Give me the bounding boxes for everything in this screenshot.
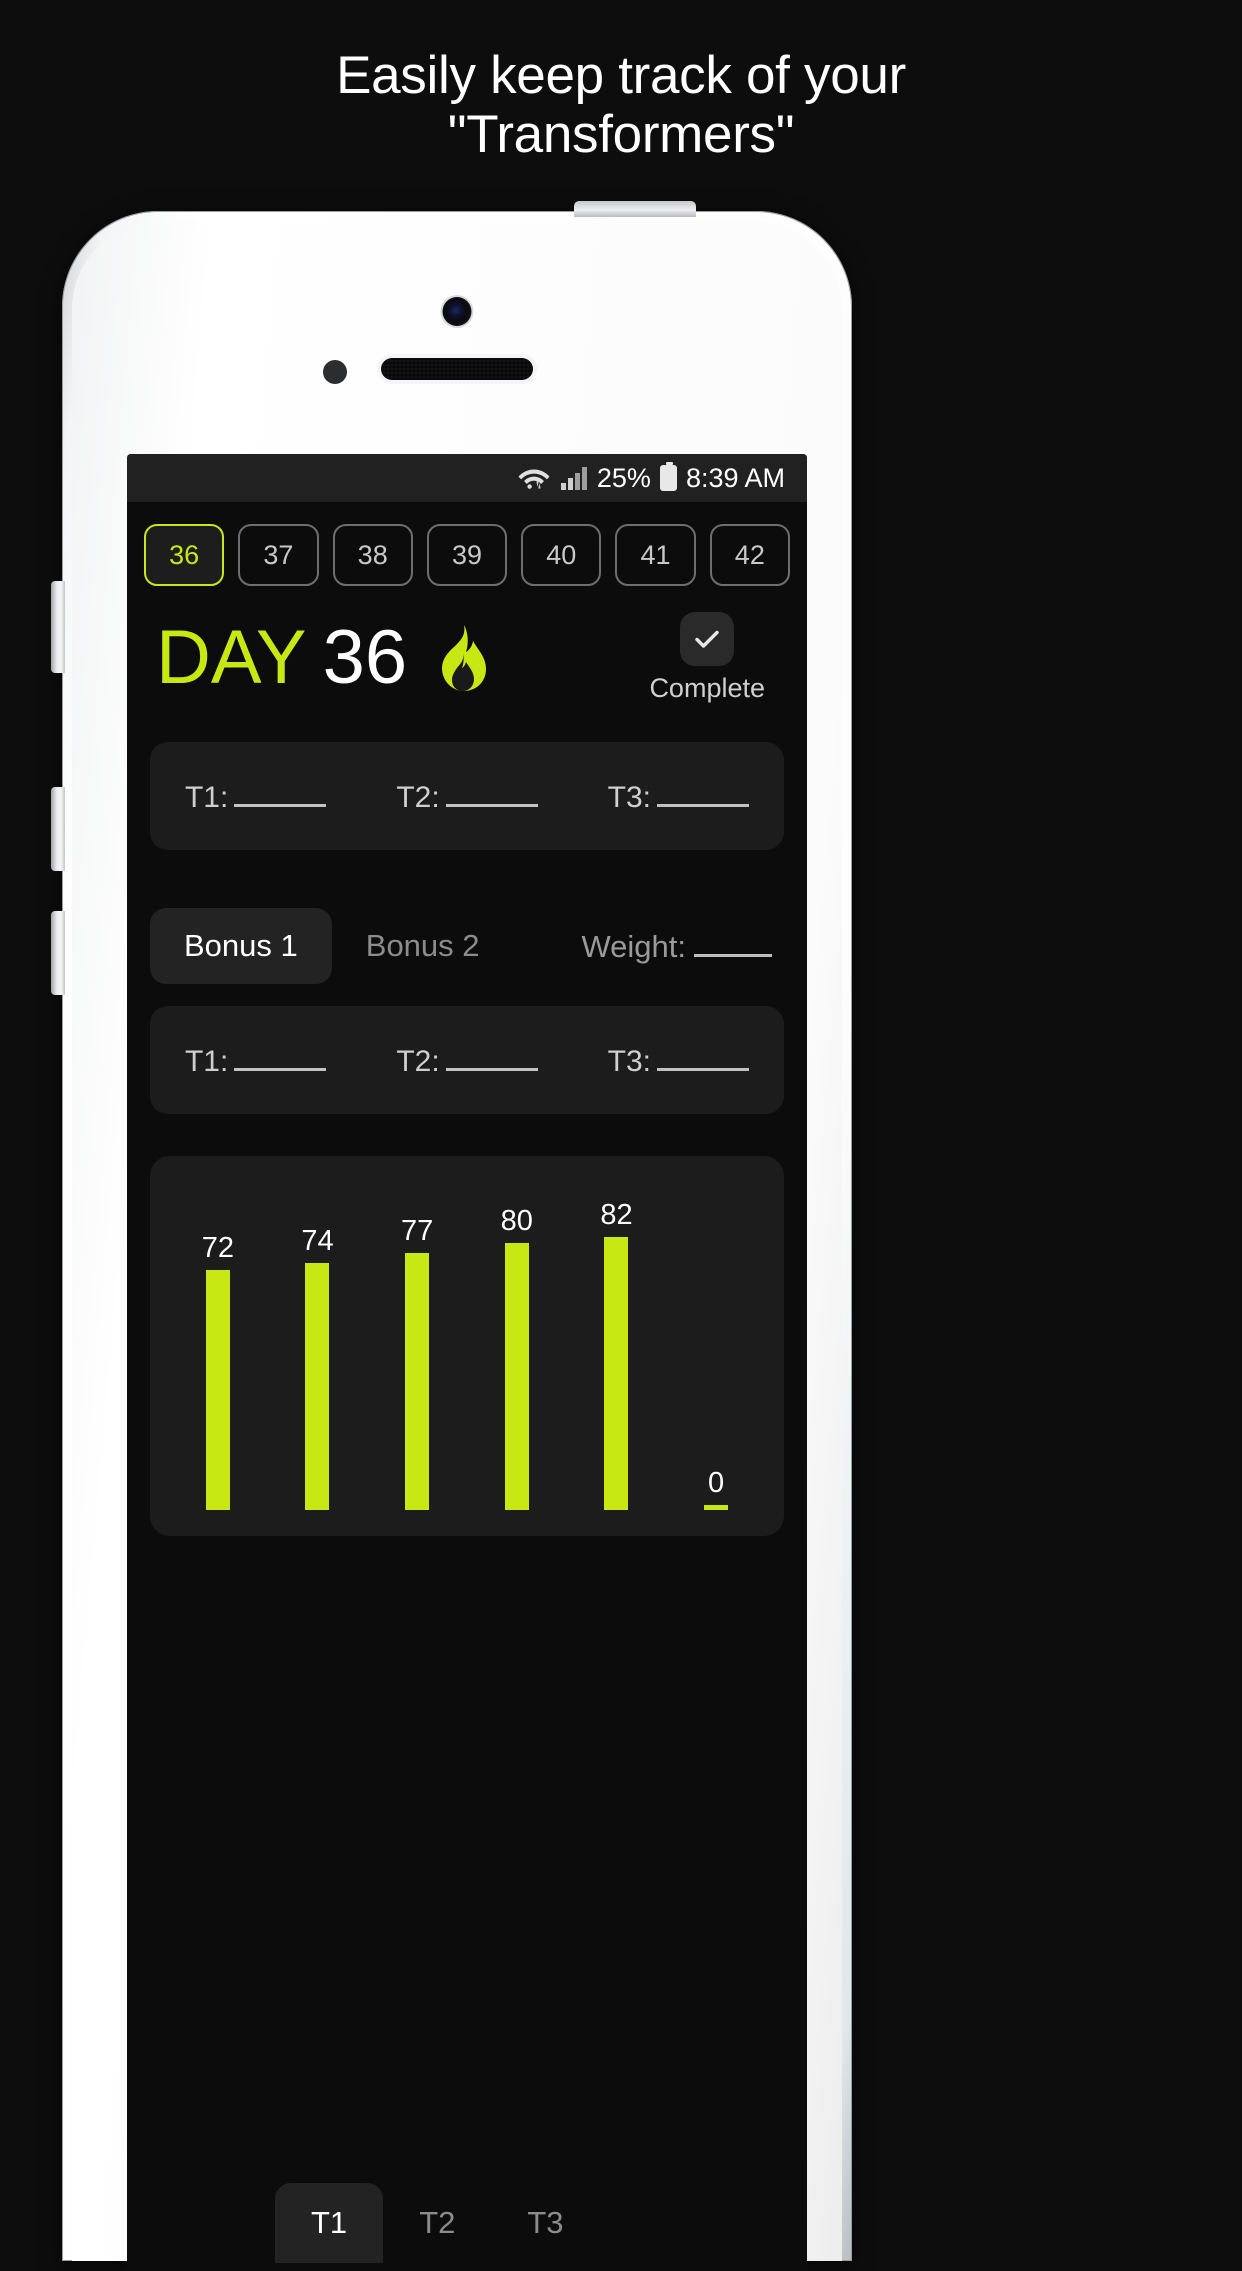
bonus-set-label-t2: T2: [396,1045,440,1078]
day-chip-42[interactable]: 42 [709,524,790,586]
earpiece-speaker [381,358,533,380]
tab-bonus-2[interactable]: Bonus 2 [332,908,514,984]
weight-input[interactable] [694,927,772,957]
day-chip-40[interactable]: 40 [521,524,602,586]
main-set-label-t2: T2: [396,781,440,814]
day-chip-38[interactable]: 38 [332,524,413,586]
chart-bar-label-2: 77 [401,1215,434,1247]
chart-bar-2[interactable]: 77 [369,1184,465,1510]
chart-bar-rect-3 [504,1243,529,1510]
tab-t1[interactable]: T1 [275,2183,384,2263]
phone-screen: 25% 8:39 AM 36 37 38 39 40 41 42 DAY 36 … [127,454,807,2271]
promo-headline: Easily keep track of your "Transformers" [0,46,1242,164]
main-set-label-t3: T3: [607,781,651,814]
day-number-label: 36 [322,615,408,700]
bonus-set-label-t3: T3: [607,1045,651,1078]
main-set-input-t3[interactable] [657,777,749,807]
chart-bar-rect-5 [704,1505,729,1510]
main-set-card: T1: T2: T3: [150,742,784,850]
tab-t3[interactable]: T3 [491,2183,599,2263]
bonus-set-input-t1[interactable] [234,1041,327,1071]
progress-chart: 72 74 77 80 82 0 [168,1184,766,1510]
phone-mockup: 25% 8:39 AM 36 37 38 39 40 41 42 DAY 36 … [51,201,852,2271]
day-selector-strip: 36 37 38 39 40 41 42 [127,502,807,586]
day-chip-39[interactable]: 39 [426,524,508,586]
day-chip-41[interactable]: 41 [615,524,696,586]
day-chip-36[interactable]: 36 [144,524,225,586]
progress-chart-card: 72 74 77 80 82 0 [150,1156,784,1536]
main-set-input-t2[interactable] [445,777,538,807]
day-chip-37[interactable]: 37 [238,524,319,586]
main-set-field-t1[interactable]: T1: [150,777,361,815]
chart-bar-0[interactable]: 72 [170,1184,266,1510]
main-set-field-t2[interactable]: T2: [361,777,572,815]
complete-label: Complete [649,673,765,703]
chart-bar-label-1: 74 [301,1225,334,1257]
volume-down-button[interactable] [51,911,65,995]
chart-bar-1[interactable]: 74 [270,1184,366,1510]
tab-t2[interactable]: T2 [383,2183,491,2263]
phone-bezel: 25% 8:39 AM 36 37 38 39 40 41 42 DAY 36 … [72,221,842,2271]
weight-field[interactable]: Weight: [581,927,784,965]
signal-bars-icon [560,465,588,491]
phone-frame: 25% 8:39 AM 36 37 38 39 40 41 42 DAY 36 … [51,201,852,2271]
chart-bar-rect-1 [305,1263,330,1510]
bonus-tab-row: Bonus 1 Bonus 2 Weight: [150,908,784,984]
day-header: DAY 36 Complete [127,586,807,704]
proximity-sensor-icon [323,360,347,384]
day-word-label: DAY [156,615,307,700]
flame-icon [433,623,487,693]
battery-percent-label: 25% [596,462,651,493]
weight-label: Weight: [581,929,686,964]
chart-bar-5[interactable]: 0 [668,1184,764,1510]
chart-bar-rect-0 [205,1270,230,1510]
mute-switch[interactable] [51,581,65,673]
bonus-set-field-t2[interactable]: T2: [361,1041,572,1079]
promo-headline-line-1: Easily keep track of your [336,46,906,105]
complete-control[interactable]: Complete [649,612,765,704]
chart-bar-label-3: 80 [500,1205,533,1237]
bonus-set-field-t3[interactable]: T3: [573,1041,784,1079]
chart-bar-rect-4 [604,1237,629,1510]
bottom-tab-bar: T1 T2 T3 [127,2175,807,2271]
chart-bar-label-4: 82 [600,1199,633,1231]
status-bar: 25% 8:39 AM [127,454,807,502]
bonus-set-field-t1[interactable]: T1: [150,1041,361,1079]
bonus-set-input-t3[interactable] [657,1041,749,1071]
bonus-set-input-t2[interactable] [445,1041,538,1071]
chart-bar-rect-2 [405,1253,430,1510]
chart-bar-4[interactable]: 82 [569,1184,665,1510]
volume-up-button[interactable] [51,787,65,871]
chart-bar-3[interactable]: 80 [469,1184,565,1510]
chart-bar-label-5: 0 [708,1467,725,1499]
main-set-field-t3[interactable]: T3: [573,777,784,815]
battery-icon [659,462,677,491]
power-button[interactable] [574,201,696,217]
wifi-icon [517,465,551,491]
complete-checkbox[interactable] [680,612,735,666]
bonus-set-card: T1: T2: T3: [150,1006,784,1114]
front-camera-icon [442,297,472,326]
bonus-set-label-t1: T1: [184,1045,229,1078]
promo-headline-line-2: "Transformers" [447,105,795,164]
check-icon [695,630,719,648]
main-set-label-t1: T1: [184,781,229,814]
chart-bar-label-0: 72 [201,1232,234,1264]
status-bar-clock: 8:39 AM [685,462,785,493]
tab-bonus-1[interactable]: Bonus 1 [150,908,332,984]
main-set-input-t1[interactable] [234,777,327,807]
